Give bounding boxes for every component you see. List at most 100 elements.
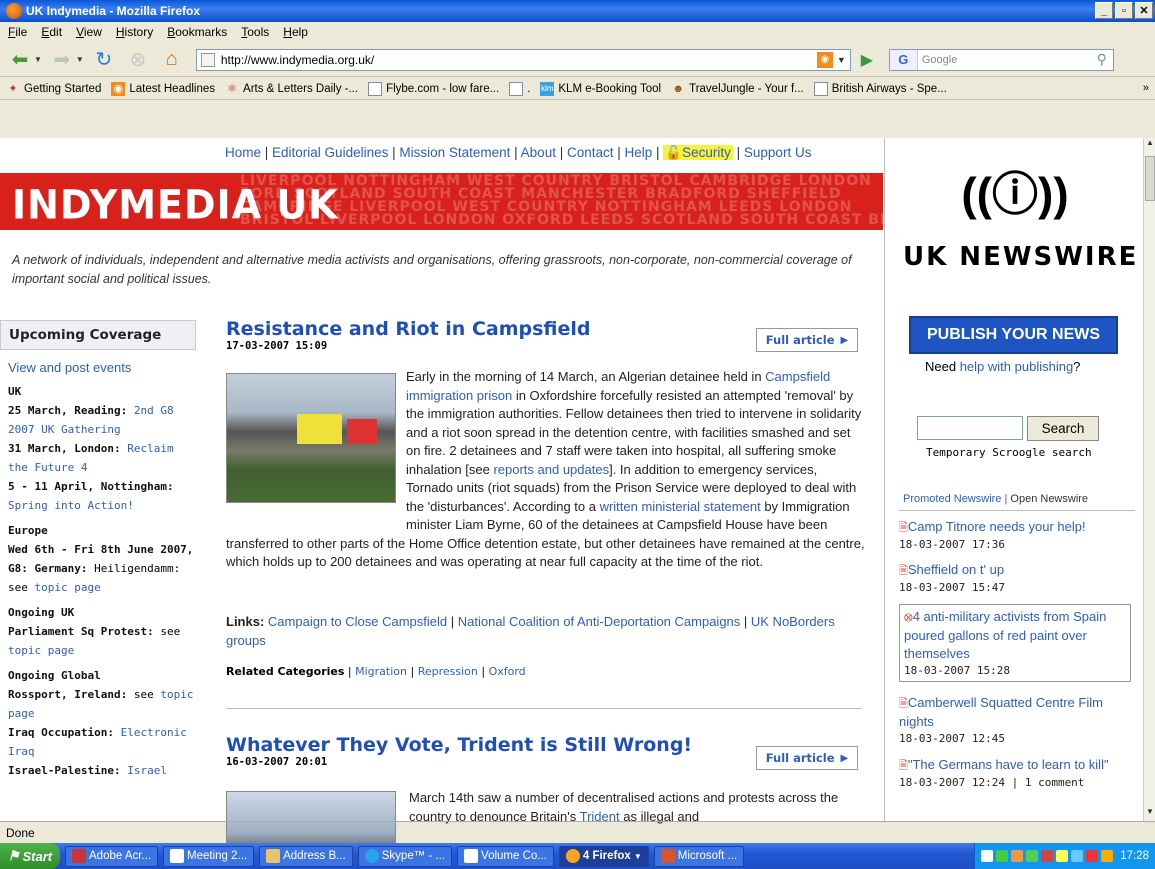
temporary-search-label: Temporary Scroogle search xyxy=(926,446,1092,459)
view-post-events-link[interactable]: View and post events xyxy=(8,358,194,377)
tray-icon[interactable] xyxy=(1011,850,1024,862)
scroll-thumb[interactable] xyxy=(1145,156,1155,201)
url-bar[interactable]: http://www.indymedia.org.uk/ ◉ ▼ xyxy=(195,48,851,71)
newswire-item[interactable]: "The Germans have to learn to kill" 18-0… xyxy=(899,756,1131,790)
status-bar: Done xyxy=(0,821,1155,843)
taskbar-button-skype[interactable]: Skype™ - ... xyxy=(357,845,453,867)
go-button[interactable]: ▶ xyxy=(857,50,877,70)
search-box[interactable]: G Google ⚲ xyxy=(888,48,1114,71)
nav-contact[interactable]: Contact xyxy=(567,145,614,160)
taskbar-button-microsoft[interactable]: Microsoft ... xyxy=(653,845,745,867)
article-image[interactable] xyxy=(226,373,396,503)
site-banner[interactable]: LIVERPOOL NOTTINGHAM WEST COUNTRY BRISTO… xyxy=(0,173,883,230)
newswire-item-featured[interactable]: 4 anti-military activists from Spain pou… xyxy=(899,604,1131,682)
taskbar-button-volume[interactable]: Volume Co... xyxy=(457,845,554,867)
nav-about[interactable]: About xyxy=(521,145,556,160)
newswire-item[interactable]: Camp Titnore needs your help! 18-03-2007… xyxy=(899,518,1131,552)
article-links: Links: Campaign to Close Campsfield | Na… xyxy=(226,614,835,648)
bookmark-traveljungle[interactable]: ☻ TravelJungle - Your f... xyxy=(671,82,803,96)
minimize-button[interactable]: _ xyxy=(1095,2,1113,19)
forward-dropdown-icon[interactable]: ▼ xyxy=(76,55,84,64)
article-link[interactable]: reports and updates xyxy=(493,462,609,477)
scroll-down-icon[interactable]: ▼ xyxy=(1144,807,1155,821)
menu-history[interactable]: History xyxy=(116,25,153,39)
article-link[interactable]: written ministerial statement xyxy=(600,499,761,514)
newswire-item[interactable]: Sheffield on t' up 18-03-2007 15:47 xyxy=(899,561,1131,595)
newswire-tabs: Promoted Newswire | Open Newswire xyxy=(903,493,1089,505)
search-placeholder[interactable]: Google xyxy=(922,54,957,66)
bookmarks-toolbar: ✦ Getting Started ◉ Latest Headlines ✱ Arts… xyxy=(0,78,1155,100)
menu-help[interactable]: Help xyxy=(283,25,308,39)
taskbar-button-adobe[interactable]: Adobe Acr... xyxy=(65,845,159,867)
menu-edit[interactable]: Edit xyxy=(41,25,62,39)
full-article-button[interactable]: Full article xyxy=(756,746,858,770)
url-text[interactable]: http://www.indymedia.org.uk/ xyxy=(221,53,374,67)
nav-security[interactable]: 🔓Security xyxy=(663,145,733,160)
firefox-window: UK Indymedia - Mozilla Firefox _ ▫ ✕ Fil… xyxy=(0,0,1155,869)
uc-item: 5 - 11 April, Nottingham: Spring into Ac… xyxy=(8,480,174,512)
maximize-button[interactable]: ▫ xyxy=(1115,2,1133,19)
tray-icon[interactable] xyxy=(1026,850,1039,862)
nav-help[interactable]: Help xyxy=(625,145,653,160)
bookmark-flybe[interactable]: Flybe.com - low fare... xyxy=(368,81,499,96)
menu-tools[interactable]: Tools xyxy=(241,25,269,39)
magnifier-icon[interactable]: ⚲ xyxy=(1097,51,1107,68)
publishing-help-link[interactable]: help with publishing xyxy=(960,359,1073,374)
menu-view[interactable]: View xyxy=(76,25,102,39)
page-icon xyxy=(200,52,215,67)
nav-home[interactable]: Home xyxy=(225,145,261,160)
nav-editorial-guidelines[interactable]: Editorial Guidelines xyxy=(272,145,388,160)
tab-promoted-newswire[interactable]: Promoted Newswire xyxy=(903,493,1001,505)
tray-icon[interactable] xyxy=(981,850,994,862)
publish-news-button[interactable]: PUBLISH YOUR NEWS xyxy=(909,316,1118,354)
tray-icon[interactable] xyxy=(1041,850,1054,862)
lock-icon: 🔓 xyxy=(665,145,683,160)
newswire-item[interactable]: Camberwell Squatted Centre Film nights 1… xyxy=(899,694,1131,746)
rss-feed-icon[interactable]: ◉ xyxy=(816,51,833,68)
nav-support-us[interactable]: Support Us xyxy=(744,145,812,160)
bookmark-klm[interactable]: klm KLM e-Booking Tool xyxy=(540,81,661,96)
article-title[interactable]: Whatever They Vote, Trident is Still Wro… xyxy=(226,734,692,756)
stop-button[interactable]: ⊗ xyxy=(124,47,152,73)
bookmark-arts-letters[interactable]: ✱ Arts & Letters Daily -... xyxy=(225,82,358,96)
close-button[interactable]: ✕ xyxy=(1135,2,1153,19)
bookmark-british-airways[interactable]: British Airways - Spe... xyxy=(813,81,947,96)
reload-button[interactable]: ↻ xyxy=(90,47,118,73)
tab-open-newswire[interactable]: Open Newswire xyxy=(1010,493,1088,505)
clock[interactable]: 17:28 xyxy=(1120,850,1149,862)
menu-file[interactable]: File xyxy=(8,25,27,39)
site-logo[interactable]: INDYMEDIA UK xyxy=(12,182,339,228)
search-engine-icon[interactable]: G xyxy=(889,49,918,70)
nav-mission-statement[interactable]: Mission Statement xyxy=(399,145,510,160)
menu-bookmarks[interactable]: Bookmarks xyxy=(167,25,227,39)
newswire-search-button[interactable]: Search xyxy=(1027,416,1099,441)
full-article-button[interactable]: Full article xyxy=(756,328,858,352)
uc-head-ongoing-uk: Ongoing UK xyxy=(8,606,75,619)
bookmark-getting-started[interactable]: ✦ Getting Started xyxy=(6,82,101,96)
tray-icon[interactable] xyxy=(1086,850,1099,862)
tray-icon[interactable] xyxy=(996,850,1009,862)
newswire-search-input[interactable] xyxy=(917,416,1023,440)
window-controls: _ ▫ ✕ xyxy=(1095,2,1153,19)
taskbar-button-firefox[interactable]: 4 Firefox ▼ xyxy=(558,845,649,867)
forward-button[interactable]: ➡ xyxy=(48,47,76,73)
scroll-up-icon[interactable]: ▲ xyxy=(1144,138,1155,152)
article-date: 16-03-2007 20:01 xyxy=(226,756,328,768)
tray-icon[interactable] xyxy=(1071,850,1084,862)
vertical-scrollbar[interactable]: ▲ ▼ xyxy=(1143,138,1155,821)
home-button[interactable]: ⌂ xyxy=(158,47,186,73)
start-button[interactable]: ⚑ Start xyxy=(0,843,60,869)
bookmark-blank[interactable]: . xyxy=(509,81,530,96)
bookmarks-overflow-icon[interactable]: » xyxy=(1143,82,1149,94)
upcoming-coverage-title: Upcoming Coverage xyxy=(0,320,196,350)
taskbar-button-meeting[interactable]: Meeting 2... xyxy=(163,845,255,867)
uc-head-ongoing-global: Ongoing Global xyxy=(8,669,101,682)
tray-icon[interactable] xyxy=(1101,850,1114,862)
back-button[interactable]: ⬅ xyxy=(6,47,34,73)
tray-icon[interactable] xyxy=(1056,850,1069,862)
url-dropdown-icon[interactable]: ▼ xyxy=(837,55,846,65)
uc-item: Iraq Occupation: Electronic Iraq xyxy=(8,726,187,758)
back-dropdown-icon[interactable]: ▼ xyxy=(34,55,42,64)
taskbar-button-address-book[interactable]: Address B... xyxy=(259,845,353,867)
bookmark-latest-headlines[interactable]: ◉ Latest Headlines xyxy=(111,81,215,96)
